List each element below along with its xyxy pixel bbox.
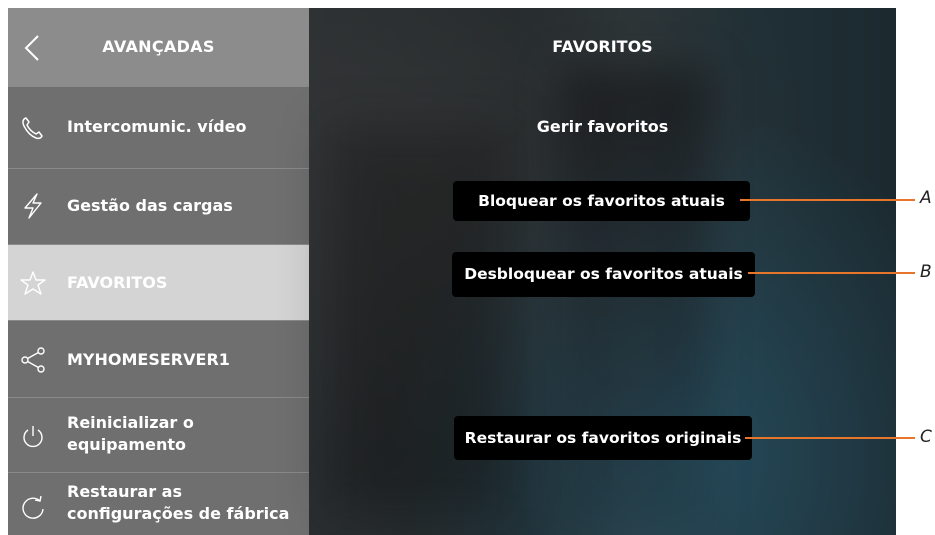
star-icon	[20, 271, 46, 295]
sidebar-item-reboot[interactable]: Reinicializar o equipamento	[8, 397, 309, 472]
lightning-icon	[24, 193, 42, 219]
sidebar-item-loads[interactable]: Gestão das cargas	[8, 168, 309, 244]
sidebar-item-favorites[interactable]: FAVORITOS	[8, 244, 309, 320]
section-subtitle: Gerir favoritos	[536, 117, 669, 136]
sidebar-item-label: Intercomunic. vídeo	[67, 117, 247, 136]
callout-line-a	[740, 199, 915, 201]
lock-favorites-button[interactable]: Bloquear os favoritos atuais	[453, 181, 750, 221]
sidebar: AVANÇADAS Intercomunic. vídeo Gestão das…	[8, 8, 309, 535]
unlock-favorites-button[interactable]: Desbloquear os favoritos atuais	[452, 252, 755, 297]
sidebar-item-factory-reset[interactable]: Restaurar as configurações de fábrica	[8, 472, 309, 535]
callout-label-b: B	[920, 262, 932, 282]
sidebar-item-label: FAVORITOS	[67, 273, 168, 292]
back-icon[interactable]	[20, 34, 44, 62]
callout-line-c	[745, 437, 915, 439]
share-icon	[21, 347, 45, 373]
power-icon	[23, 426, 43, 448]
sidebar-item-label: MYHOMESERVER1	[67, 350, 230, 369]
callout-label-a: A	[920, 188, 932, 208]
callout-label-c: C	[920, 427, 932, 447]
sidebar-title: AVANÇADAS	[102, 37, 215, 56]
sidebar-item-label: Restaurar as configurações de fábrica	[67, 482, 290, 523]
callout-line-b	[748, 272, 915, 274]
sidebar-header: AVANÇADAS	[8, 8, 309, 86]
page-title: FAVORITOS	[552, 37, 653, 56]
sidebar-item-intercom[interactable]: Intercomunic. vídeo	[8, 86, 309, 169]
restore-favorites-button[interactable]: Restaurar os favoritos originais	[454, 416, 752, 460]
phone-icon	[22, 117, 43, 140]
reset-icon	[22, 495, 44, 519]
sidebar-item-label: Reinicializar o equipamento	[67, 413, 194, 454]
sidebar-item-myhomeserver[interactable]: MYHOMESERVER1	[8, 320, 309, 397]
sidebar-item-label: Gestão das cargas	[67, 196, 233, 215]
